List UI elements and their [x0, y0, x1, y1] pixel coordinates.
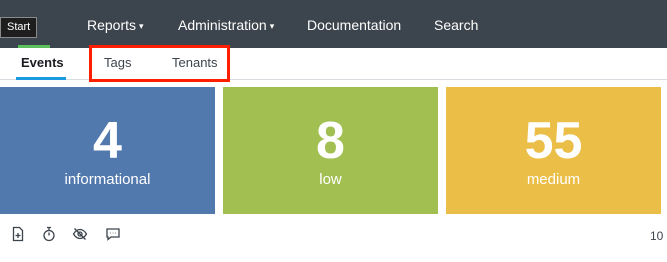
- nav-item-reports[interactable]: Reports ▾: [87, 0, 144, 48]
- nav-item-search-label: Search: [434, 17, 479, 33]
- tab-events[interactable]: Events: [21, 48, 64, 79]
- severity-tile-low[interactable]: 8 low: [223, 87, 438, 214]
- tab-active-indicator: [16, 77, 66, 80]
- nav-item-documentation-label: Documentation: [307, 17, 402, 33]
- hide-icon[interactable]: [72, 226, 88, 242]
- top-nav-bar: rt Reports▾ Administration▾ Documentatio…: [0, 0, 667, 48]
- result-count: 10: [650, 229, 664, 243]
- tile-value: 4: [93, 112, 122, 170]
- nav-item-search[interactable]: Search: [434, 0, 478, 48]
- tile-value: 8: [316, 112, 345, 170]
- tile-label: informational: [64, 171, 151, 188]
- start-tooltip: Start: [0, 17, 38, 38]
- nav-item-administration[interactable]: Administration ▾: [178, 0, 274, 48]
- comment-icon[interactable]: [105, 226, 121, 242]
- add-panel-icon[interactable]: [10, 226, 26, 242]
- annotation-highlight-box: [89, 45, 230, 82]
- tab-events-label: Events: [21, 55, 64, 70]
- chevron-down-icon: ▾: [139, 21, 144, 31]
- nav-item-documentation[interactable]: Documentation: [307, 0, 401, 48]
- chevron-down-icon: ▾: [269, 21, 275, 31]
- severity-tile-medium[interactable]: 55 medium: [446, 87, 661, 214]
- severity-tile-informational[interactable]: 4 informational: [0, 87, 215, 214]
- nav-item-administration-label: Administration: [178, 17, 267, 33]
- tile-label: low: [319, 171, 342, 188]
- nav-item-reports-label: Reports: [87, 17, 137, 33]
- tile-label: medium: [526, 171, 581, 188]
- stopwatch-icon[interactable]: [41, 226, 57, 242]
- tile-value: 55: [524, 112, 583, 170]
